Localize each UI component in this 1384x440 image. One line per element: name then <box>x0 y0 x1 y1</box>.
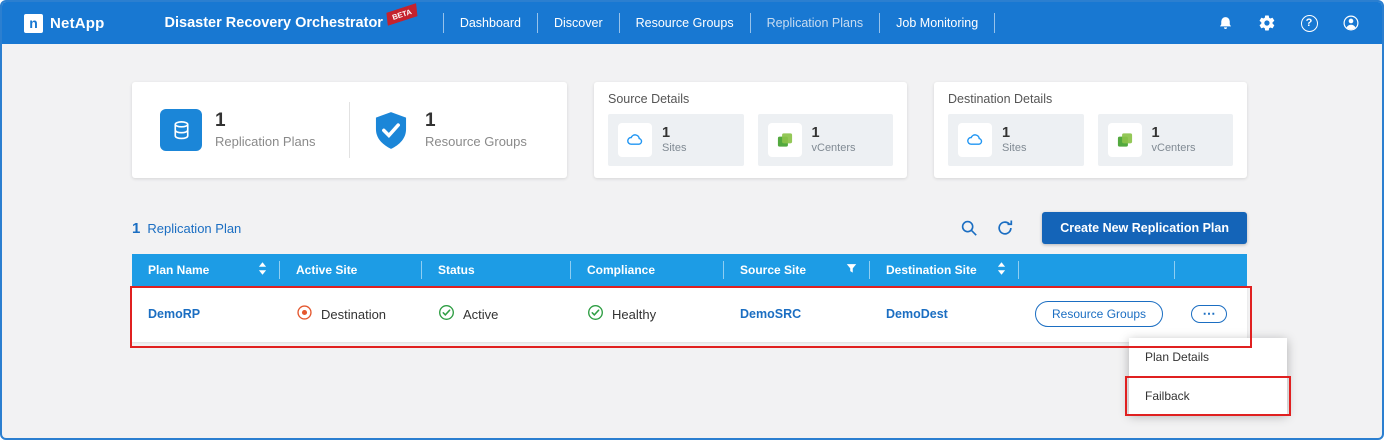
cell-plan-name: DemoRP <box>132 307 280 321</box>
source-vcenters-tile: 1 vCenters <box>757 114 893 166</box>
top-navbar: n NetApp Disaster Recovery Orchestrator … <box>2 2 1382 44</box>
brand-name: NetApp <box>50 14 105 32</box>
notifications-bell-icon[interactable] <box>1216 14 1234 32</box>
nav-item-discover[interactable]: Discover <box>538 13 620 33</box>
nav-item-job-monitoring[interactable]: Job Monitoring <box>880 13 996 33</box>
cell-compliance: Healthy <box>571 304 724 324</box>
source-site-link[interactable]: DemoSRC <box>740 307 801 321</box>
cell-active-site: Destination <box>280 304 422 324</box>
vcenter-icon <box>767 123 802 157</box>
source-sites-label: Sites <box>662 142 687 155</box>
source-sites-count: 1 <box>662 124 671 141</box>
replication-plan-label: Replication Plan <box>147 220 242 236</box>
totals-card: 1 Replication Plans 1 Resource Groups <box>132 82 567 178</box>
compliance-check-icon <box>587 304 604 324</box>
netapp-logo-icon: n <box>24 13 43 33</box>
source-details-card: Source Details 1 Sites 1 vCenters <box>594 82 907 178</box>
cell-more: ⋯ <box>1175 305 1247 323</box>
replication-plans-label: Replication Plans <box>215 133 316 149</box>
nav-item-dashboard[interactable]: Dashboard <box>444 13 538 33</box>
replication-plan-section-header: 1 Replication Plan Create New Replicatio… <box>132 212 1247 244</box>
help-icon[interactable]: ? <box>1300 14 1318 32</box>
destination-vcenters-tile: 1 vCenters <box>1097 114 1233 166</box>
header-actions <box>1019 261 1175 279</box>
destination-details-title: Destination Details <box>948 92 1053 106</box>
navbar-actions: ? <box>1216 14 1360 32</box>
resource-groups-label: Resource Groups <box>425 133 527 149</box>
cell-destination-site: DemoDest <box>870 307 1019 321</box>
nav-item-resource-groups[interactable]: Resource Groups <box>620 13 751 33</box>
destination-sites-label: Sites <box>1002 142 1027 155</box>
replication-plans-count: 1 <box>215 110 226 132</box>
cell-source-site: DemoSRC <box>724 307 870 321</box>
header-destination-site[interactable]: Destination Site <box>870 261 1019 279</box>
table-header-row: Plan Name Active Site Status Compliance … <box>132 254 1247 286</box>
menu-item-plan-details[interactable]: Plan Details <box>1129 338 1287 376</box>
resource-groups-summary: 1 Resource Groups <box>370 109 539 151</box>
destination-vcenters-count: 1 <box>1151 124 1160 141</box>
replication-plans-table: Plan Name Active Site Status Compliance … <box>132 254 1247 342</box>
replication-plans-summary: 1 Replication Plans <box>160 109 329 151</box>
more-actions-button[interactable]: ⋯ <box>1191 305 1227 323</box>
destination-vcenters-label: vCenters <box>1151 142 1196 155</box>
netapp-logo[interactable]: n NetApp <box>24 13 105 33</box>
vcenter-icon <box>1107 123 1142 157</box>
filter-icon[interactable] <box>846 263 857 277</box>
replication-plan-count: 1 <box>132 219 141 237</box>
destination-sites-count: 1 <box>1002 124 1011 141</box>
header-more <box>1175 261 1247 279</box>
header-status[interactable]: Status <box>422 261 571 279</box>
status-check-icon <box>438 304 455 324</box>
destination-details-card: Destination Details 1 Sites 1 vCenters <box>934 82 1247 178</box>
table-row[interactable]: DemoRP Destination Active Healthy DemoSR… <box>132 286 1247 342</box>
destination-sites-tile: 1 Sites <box>948 114 1084 166</box>
plan-name-link[interactable]: DemoRP <box>148 307 200 321</box>
app-title: Disaster Recovery Orchestrator <box>164 15 383 31</box>
resource-groups-shield-icon <box>370 109 412 151</box>
destination-active-icon <box>296 304 313 324</box>
resource-groups-button[interactable]: Resource Groups <box>1035 301 1164 327</box>
header-active-site[interactable]: Active Site <box>280 261 422 279</box>
source-vcenters-label: vCenters <box>811 142 856 155</box>
cell-status: Active <box>422 304 571 324</box>
header-plan-name[interactable]: Plan Name <box>132 261 280 279</box>
cell-resource-groups: Resource Groups <box>1019 301 1175 327</box>
header-source-site[interactable]: Source Site <box>724 261 870 279</box>
beta-badge: BETA <box>384 3 420 26</box>
create-new-replication-plan-button[interactable]: Create New Replication Plan <box>1042 212 1247 244</box>
nav-item-replication-plans[interactable]: Replication Plans <box>751 13 881 33</box>
menu-item-failback[interactable]: Failback <box>1129 376 1287 414</box>
sort-icon[interactable] <box>997 262 1006 278</box>
search-icon[interactable] <box>960 219 978 237</box>
app-window: n NetApp Disaster Recovery Orchestrator … <box>0 0 1384 440</box>
user-account-icon[interactable] <box>1342 14 1360 32</box>
resource-groups-count: 1 <box>425 110 436 132</box>
cloud-site-icon <box>958 123 992 157</box>
sort-icon[interactable] <box>258 262 267 278</box>
source-details-title: Source Details <box>608 92 690 106</box>
source-sites-tile: 1 Sites <box>608 114 744 166</box>
destination-site-link[interactable]: DemoDest <box>886 307 948 321</box>
cloud-site-icon <box>618 123 652 157</box>
header-compliance[interactable]: Compliance <box>571 261 724 279</box>
replication-plans-icon <box>160 109 202 151</box>
settings-gear-icon[interactable] <box>1258 14 1276 32</box>
summary-cards-row: 1 Replication Plans 1 Resource Groups So… <box>132 82 1247 178</box>
refresh-icon[interactable] <box>996 219 1014 237</box>
card-divider <box>349 102 350 158</box>
row-context-menu: Plan Details Failback <box>1129 338 1287 414</box>
source-vcenters-count: 1 <box>811 124 820 141</box>
main-nav: Dashboard Discover Resource Groups Repli… <box>442 13 996 33</box>
main-content: 1 Replication Plans 1 Resource Groups So… <box>2 82 1382 342</box>
